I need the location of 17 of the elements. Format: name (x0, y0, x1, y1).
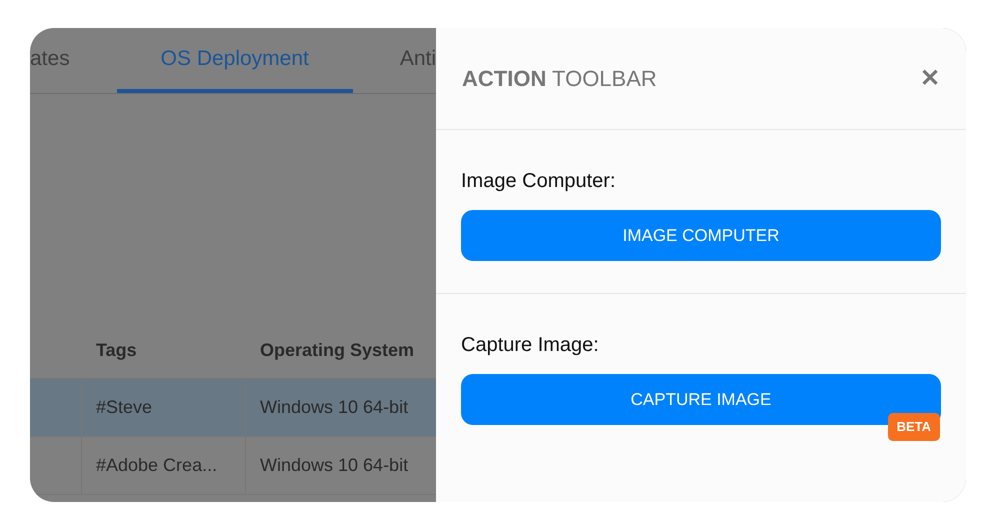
tab[interactable]: ates (30, 29, 70, 93)
section-label: Capture Image: (461, 333, 600, 358)
close-button[interactable]: ✕ (920, 66, 940, 90)
column-header: Tags (95, 339, 138, 362)
beta-badge: BETA (888, 413, 940, 440)
table-cell-text: Windows 10 64-bit (259, 454, 410, 477)
section-label: Image Computer: (461, 169, 617, 194)
table-cell: #Adobe Crea... (82, 437, 246, 494)
table-row[interactable]: #Steve Windows 10 64-bit (30, 379, 436, 437)
table-cell-text: Windows 10 64-bit (259, 396, 410, 419)
table-row[interactable]: #Adobe Crea... Windows 10 64-bit (30, 437, 436, 495)
tab[interactable]: OS Deployment (116, 29, 353, 93)
panel-title: ACTION TOOLBAR (462, 65, 657, 93)
action-button[interactable]: IMAGE COMPUTER (461, 210, 941, 261)
tab[interactable]: Anti (400, 29, 436, 93)
column-header: Operating System (259, 339, 416, 362)
table-cell: #Steve (82, 379, 246, 436)
